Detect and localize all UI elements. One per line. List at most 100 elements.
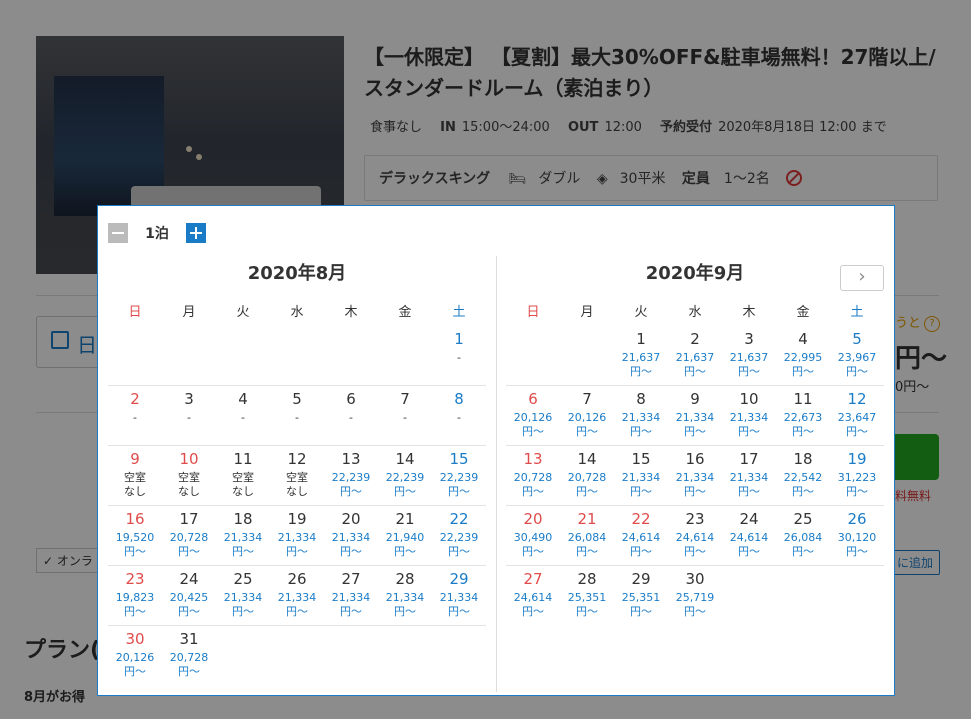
calendar-day[interactable]: 19 21,334 円〜 (270, 506, 324, 565)
day-number: 5 (292, 390, 302, 408)
day-number: 10 (179, 450, 199, 468)
calendar-day[interactable]: 28 25,351 円〜 (560, 566, 614, 626)
calendar-empty-cell (324, 326, 378, 385)
day-number: 10 (739, 390, 759, 408)
calendar-day[interactable]: 28 21,334 円〜 (378, 566, 432, 625)
calendar-day[interactable]: 22 22,239 円〜 (432, 506, 486, 565)
calendar-day[interactable]: 21 26,084 円〜 (560, 506, 614, 565)
calendar-day[interactable]: 17 21,334 円〜 (722, 446, 776, 505)
calendar-day[interactable]: 9 21,334 円〜 (668, 386, 722, 445)
day-price: 23,647 円〜 (837, 411, 877, 438)
calendar-day: 11 空室 なし (216, 446, 270, 505)
calendar-day: 9 空室 なし (108, 446, 162, 505)
calendar-day[interactable]: 16 21,334 円〜 (668, 446, 722, 505)
calendar-day[interactable]: 13 20,728 円〜 (506, 446, 560, 505)
day-price: - (241, 411, 245, 424)
day-number: 29 (449, 570, 469, 588)
weekday-label: 日 (526, 304, 540, 320)
calendar-day[interactable]: 15 22,239 円〜 (432, 446, 486, 505)
day-number: 15 (449, 450, 469, 468)
weekday-header: 日 月 火 水 木 金 土 (506, 294, 884, 326)
day-number: 24 (179, 570, 199, 588)
calendar-day[interactable]: 14 20,728 円〜 (560, 446, 614, 505)
day-number: 22 (449, 510, 469, 528)
day-price: 21,334 円〜 (223, 591, 263, 618)
day-price: 21,334 円〜 (277, 591, 317, 618)
calendar-day[interactable]: 3 21,637 円〜 (722, 326, 776, 385)
calendar-day[interactable]: 20 30,490 円〜 (506, 506, 560, 565)
calendar-day[interactable]: 19 31,223 円〜 (830, 446, 884, 505)
calendar-day[interactable]: 18 21,334 円〜 (216, 506, 270, 565)
calendar-day[interactable]: 16 19,520 円〜 (108, 506, 162, 565)
sold-out-label: 空室 なし (124, 471, 146, 498)
day-number: 9 (130, 450, 140, 468)
calendar-day: 2- (108, 386, 162, 445)
sold-out-label: 空室 なし (232, 471, 254, 498)
calendar-day[interactable]: 14 22,239 円〜 (378, 446, 432, 505)
calendar-day[interactable]: 27 21,334 円〜 (324, 566, 378, 625)
calendar-day[interactable]: 24 20,425 円〜 (162, 566, 216, 625)
calendar-day[interactable]: 25 21,334 円〜 (216, 566, 270, 625)
calendar-week: 6 20,126 円〜 7 20,126 円〜 8 21,334 円〜 9 21,334 円〜 10 21… (506, 386, 884, 446)
calendar-day[interactable]: 30 20,126 円〜 (108, 626, 162, 686)
calendar-day[interactable]: 29 25,351 円〜 (614, 566, 668, 626)
calendar-day[interactable]: 23 24,614 円〜 (668, 506, 722, 565)
calendar-day[interactable]: 17 20,728 円〜 (162, 506, 216, 565)
calendar-day[interactable]: 26 30,120 円〜 (830, 506, 884, 565)
weekday-label: 月 (182, 304, 196, 320)
day-price: 25,351 円〜 (621, 591, 661, 618)
calendar-day[interactable]: 7 20,126 円〜 (560, 386, 614, 445)
calendar-day[interactable]: 21 21,940 円〜 (378, 506, 432, 565)
calendar-day[interactable]: 1 21,637 円〜 (614, 326, 668, 385)
calendar-day[interactable]: 27 24,614 円〜 (506, 566, 560, 626)
calendar-popup: 1泊 2020年8月 日 月 火 水 木 金 土 1-2-3-4-5-6-7-8… (97, 205, 895, 696)
day-number: 4 (238, 390, 248, 408)
day-number: 23 (125, 570, 145, 588)
calendar-day[interactable]: 5 23,967 円〜 (830, 326, 884, 385)
calendar-day[interactable]: 4 22,995 円〜 (776, 326, 830, 385)
nights-stepper: 1泊 (108, 223, 206, 243)
day-number: 30 (685, 570, 705, 588)
nights-increase-button[interactable] (186, 223, 206, 243)
calendar-day[interactable]: 15 21,334 円〜 (614, 446, 668, 505)
calendar-day[interactable]: 6 20,126 円〜 (506, 386, 560, 445)
calendar-day[interactable]: 25 26,084 円〜 (776, 506, 830, 565)
calendar-day[interactable]: 22 24,614 円〜 (614, 506, 668, 565)
next-month-button[interactable]: › (840, 265, 884, 291)
day-price: 20,126 円〜 (115, 651, 155, 678)
day-number: 3 (184, 390, 194, 408)
calendar-day[interactable]: 26 21,334 円〜 (270, 566, 324, 625)
day-number: 1 (636, 330, 646, 348)
calendar-grid: 1-2-3-4-5-6-7-8-9 空室 なし 10 空室 なし 11 空室 なし 12 空室 なし 1… (108, 326, 486, 686)
calendar-day[interactable]: 18 22,542 円〜 (776, 446, 830, 505)
calendar-day[interactable]: 12 23,647 円〜 (830, 386, 884, 445)
calendar-day[interactable]: 23 19,823 円〜 (108, 566, 162, 625)
calendar-day[interactable]: 31 20,728 円〜 (162, 626, 216, 686)
calendar-empty-cell (270, 626, 324, 686)
calendar-day[interactable]: 20 21,334 円〜 (324, 506, 378, 565)
calendar-day[interactable]: 11 22,673 円〜 (776, 386, 830, 445)
calendar-day[interactable]: 10 21,334 円〜 (722, 386, 776, 445)
day-price: 25,351 円〜 (567, 591, 607, 618)
calendar-week: 30 20,126 円〜 31 20,728 円〜 (108, 626, 486, 686)
day-price: 21,334 円〜 (331, 591, 371, 618)
calendar-day[interactable]: 2 21,637 円〜 (668, 326, 722, 385)
calendar-day: 1- (432, 326, 486, 385)
calendar-day: 3- (162, 386, 216, 445)
calendar-week: 20 30,490 円〜 21 26,084 円〜 22 24,614 円〜 23 24,614 円〜… (506, 506, 884, 566)
nights-decrease-button[interactable] (108, 223, 128, 243)
day-price: 20,728 円〜 (169, 531, 209, 558)
calendar-week: 1- (108, 326, 486, 386)
calendar-day[interactable]: 24 24,614 円〜 (722, 506, 776, 565)
calendar-empty-cell (270, 326, 324, 385)
day-price: - (457, 411, 461, 424)
calendar-empty-cell (506, 326, 560, 385)
calendar-day[interactable]: 29 21,334 円〜 (432, 566, 486, 625)
day-number: 13 (341, 450, 361, 468)
day-number: 16 (685, 450, 705, 468)
day-number: 28 (395, 570, 415, 588)
calendar-day[interactable]: 30 25,719 円〜 (668, 566, 722, 626)
weekday-label: 木 (344, 304, 358, 320)
calendar-day[interactable]: 13 22,239 円〜 (324, 446, 378, 505)
calendar-day[interactable]: 8 21,334 円〜 (614, 386, 668, 445)
